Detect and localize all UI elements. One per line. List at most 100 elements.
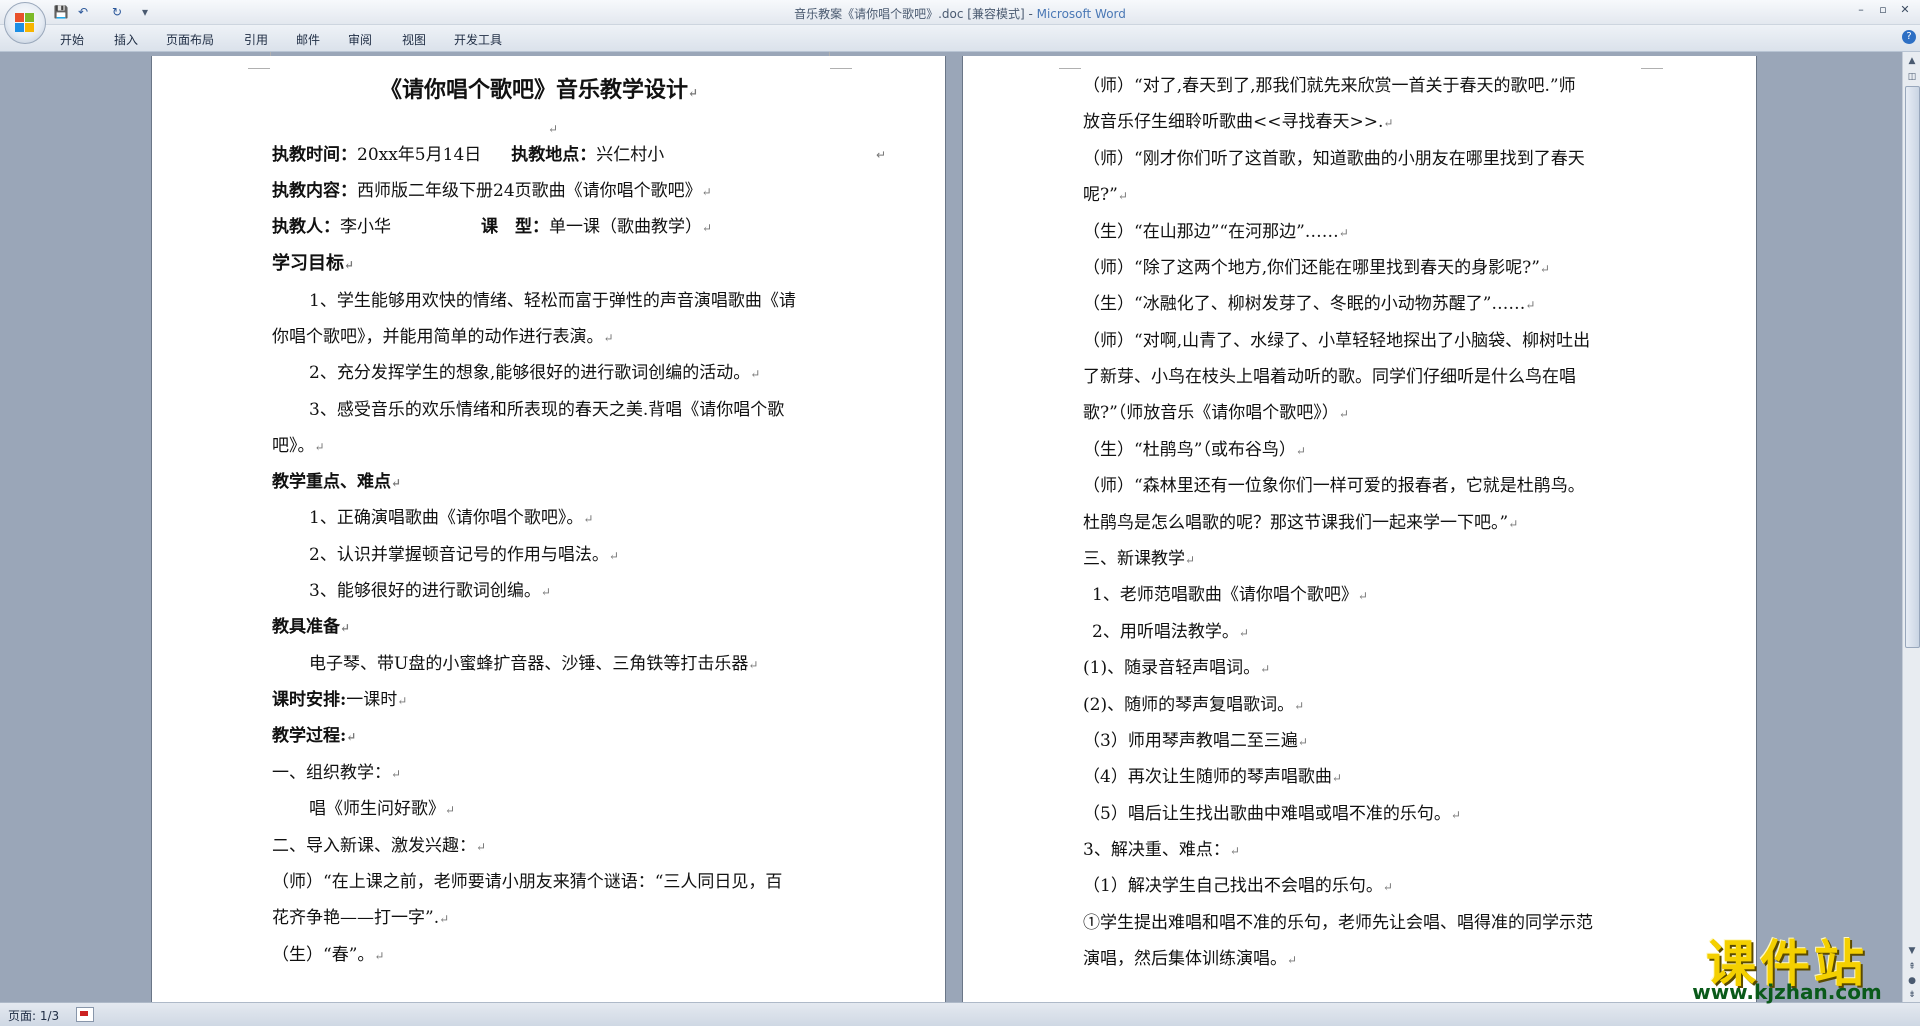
p2-line-2: 放音乐仔生细聆听歌曲<<寻找春天>>.↵ [1083, 112, 1393, 133]
p2-line-22-text: 3、解决重、难点： [1083, 840, 1230, 860]
proofing-icon[interactable] [76, 1007, 94, 1022]
document-workspace[interactable]: 《请你唱个歌吧》音乐教学设计↵ ↵ 执教时间：20xx年5月14日 执教地点：兴仁… [0, 52, 1902, 1002]
paragraph-mark: ↵ [583, 512, 594, 526]
p2-line-22: 3、解决重、难点：↵ [1083, 840, 1240, 861]
tab-developer[interactable]: 开发工具 [448, 29, 508, 50]
paragraph-mark: ↵ [1450, 808, 1461, 822]
paragraph-mark: ↵ [1508, 517, 1519, 531]
process-heading: 教学过程:↵ [272, 726, 356, 747]
title-bar: 💾 ↶ ↻ ▾ 音乐教案《请你唱个歌吧》.doc [兼容模式] - Micros… [0, 0, 1920, 25]
p2-line-4-text: 呢?” [1083, 185, 1118, 205]
p2-line-8-text: （师）“对啊,山青了、水绿了、小草轻轻地探出了小脑袋、柳树吐出 [1083, 331, 1591, 351]
paragraph-mark: ↵ [603, 331, 614, 345]
vertical-scrollbar[interactable]: ▲ ◫ ▼ ⇞ ● ⇟ [1902, 52, 1920, 1002]
tab-review[interactable]: 审阅 [342, 29, 378, 50]
p2-line-25: 演唱，然后集体训练演唱。↵ [1083, 949, 1297, 970]
p2-line-15-text: 1、老师范唱歌曲《请你唱个歌吧》 [1092, 585, 1358, 605]
crop-mark [830, 56, 852, 69]
time-value: 一课时 [346, 690, 398, 710]
paragraph-mark: ↵ [540, 585, 551, 599]
tab-page-layout[interactable]: 页面布局 [160, 29, 220, 50]
p2-line-7-text: （生）“冰融化了、柳树发芽了、冬眠的小动物苏醒了”…… [1083, 294, 1526, 314]
tab-references[interactable]: 引用 [238, 29, 274, 50]
next-page-icon[interactable]: ⇟ [1905, 988, 1919, 1002]
tab-view[interactable]: 视图 [396, 29, 432, 50]
paragraph-mark: ↵ [346, 730, 357, 744]
goal-1a: 1、学生能够用欢快的情绪、轻松而富于弹性的声音演唱歌曲《请 [309, 291, 796, 311]
step-1-sub-text: 唱《师生问好歌》 [309, 799, 445, 819]
document-page-2[interactable]: （师）“对了,春天到了,那我们就先来欣赏一首关于春天的歌吧.”师 放音乐仔生细聆… [963, 56, 1756, 1002]
p2-line-17-text: (1)、随录音轻声唱词。 [1083, 658, 1261, 678]
step-2-text: 二、导入新课、激发兴趣： [272, 836, 476, 856]
tools-heading: 教具准备↵ [272, 617, 350, 638]
p2-line-24-text: ①学生提出难唱和唱不准的乐句，老师先让会唱、唱得准的同学示范 [1083, 913, 1593, 933]
paragraph-mark: ↵ [340, 621, 351, 635]
goal-3b: 吧》。↵ [272, 436, 325, 457]
p2-line-11: （生）“杜鹃鸟”（或布谷鸟）↵ [1083, 440, 1306, 461]
scroll-up-icon[interactable]: ▲ [1905, 54, 1919, 68]
p2-line-4: 呢?”↵ [1083, 185, 1128, 206]
document-page-1[interactable]: 《请你唱个歌吧》音乐教学设计↵ ↵ 执教时间：20xx年5月14日 执教地点：兴仁… [152, 52, 945, 1002]
p2-line-15: 1、老师范唱歌曲《请你唱个歌吧》↵ [1092, 585, 1368, 606]
p2-line-9-text: 了新芽、小鸟在枝头上唱着动听的歌。同学们仔细听是什么鸟在唱 [1083, 367, 1576, 387]
scroll-down-icon[interactable]: ▼ [1905, 944, 1919, 958]
paragraph-mark: ↵ [1294, 699, 1305, 713]
maximize-button[interactable]: ▫ [1872, 2, 1894, 18]
page-indicator[interactable]: 页面: 1/3 [8, 1007, 59, 1024]
process-heading-text: 教学过程: [272, 726, 347, 746]
riddle-a-text: （师）“在上课之前，老师要请小朋友来猜个谜语：“三人同日见，百 [272, 872, 783, 892]
office-button[interactable] [4, 2, 46, 44]
place-label: 执教地点： [511, 145, 597, 165]
close-button[interactable]: ✕ [1894, 2, 1916, 18]
previous-page-icon[interactable]: ⇞ [1905, 960, 1919, 974]
paragraph-mark: ↵ [344, 258, 355, 272]
step-2: 二、导入新课、激发兴趣：↵ [272, 836, 486, 857]
key-point-2: 2、认识并掌握顿音记号的作用与唱法。↵ [309, 545, 619, 566]
step-1: 一、组织教学：↵ [272, 763, 401, 784]
empty-paragraph: ↵ [548, 118, 558, 139]
p2-line-24: ①学生提出难唱和唱不准的乐句，老师先让会唱、唱得准的同学示范 [1083, 913, 1593, 933]
riddle-a: （师）“在上课之前，老师要请小朋友来猜个谜语：“三人同日见，百 [272, 872, 782, 892]
step-1-sub: 唱《师生问好歌》↵ [309, 799, 455, 820]
paragraph-mark: ↵ [1185, 553, 1196, 567]
goal-1a-text: 1、学生能够用欢快的情绪、轻松而富于弹性的声音演唱歌曲《请 [309, 291, 796, 311]
browse-object-icon[interactable]: ● [1905, 974, 1919, 988]
site-watermark: 课件站 www.kjzhan.com [1668, 924, 1906, 1006]
watermark-url: www.kjzhan.com [1692, 980, 1882, 1004]
paragraph-mark: ↵ [1287, 953, 1298, 967]
paragraph-mark: ↵ [439, 912, 450, 926]
p2-line-6-text: （师）“除了这两个地方,你们还能在哪里找到春天的身影呢?” [1083, 258, 1540, 278]
p2-line-13: 杜鹃鸟是怎么唱歌的呢？那这节课我们一起来学一下吧。”↵ [1083, 513, 1518, 534]
p2-line-2-text: 放音乐仔生细聆听歌曲<<寻找春天>>. [1083, 112, 1384, 132]
p2-line-8: （师）“对啊,山青了、水绿了、小草轻轻地探出了小脑袋、柳树吐出 [1083, 331, 1590, 351]
minimize-button[interactable]: – [1850, 2, 1872, 18]
document-title: 《请你唱个歌吧》音乐教学设计↵ [380, 79, 698, 103]
paragraph-mark: ↵ [1338, 407, 1349, 421]
goal-2: 2、充分发挥学生的想象,能够很好的进行歌词创编的活动。↵ [309, 363, 760, 384]
tab-home[interactable]: 开始 [54, 29, 90, 50]
tab-mailings[interactable]: 邮件 [290, 29, 326, 50]
p2-line-25-text: 演唱，然后集体训练演唱。 [1083, 949, 1287, 969]
time-label: 课时安排: [272, 690, 347, 710]
paragraph-mark: ↵ [1229, 844, 1240, 858]
goal-1b-text: 你唱个歌吧》，并能用简单的动作进行表演。 [272, 327, 604, 347]
paragraph-mark: ↵ [608, 549, 619, 563]
p2-line-6: （师）“除了这两个地方,你们还能在哪里找到春天的身影呢?”↵ [1083, 258, 1550, 279]
paragraph-mark: ↵ [397, 694, 408, 708]
help-icon[interactable]: ? [1902, 30, 1916, 44]
key-2-text: 2、认识并掌握顿音记号的作用与唱法。 [309, 545, 609, 565]
paragraph-mark: ↵ [1539, 262, 1550, 276]
p2-line-12: （师）“森林里还有一位象你们一样可爱的报春者，它就是杜鹃鸟。 [1083, 476, 1585, 496]
p2-line-14-text: 三、新课教学 [1083, 549, 1185, 569]
p2-line-17: (1)、随录音轻声唱词。↵ [1083, 658, 1270, 679]
place-value: 兴仁村小 [596, 145, 665, 165]
app-name: Microsoft Word [1036, 7, 1126, 21]
paragraph-mark: ↵ [1331, 771, 1342, 785]
key-point-3: 3、能够很好的进行歌词创编。↵ [309, 581, 551, 602]
scrollbar-thumb[interactable] [1905, 86, 1920, 648]
tab-insert[interactable]: 插入 [108, 29, 144, 50]
paragraph-mark: ↵ [1260, 662, 1271, 676]
ruler-toggle-icon[interactable]: ◫ [1905, 70, 1919, 84]
p2-line-20: （4）再次让生随师的琴声唱歌曲↵ [1083, 767, 1342, 788]
tools-heading-text: 教具准备 [272, 617, 340, 637]
